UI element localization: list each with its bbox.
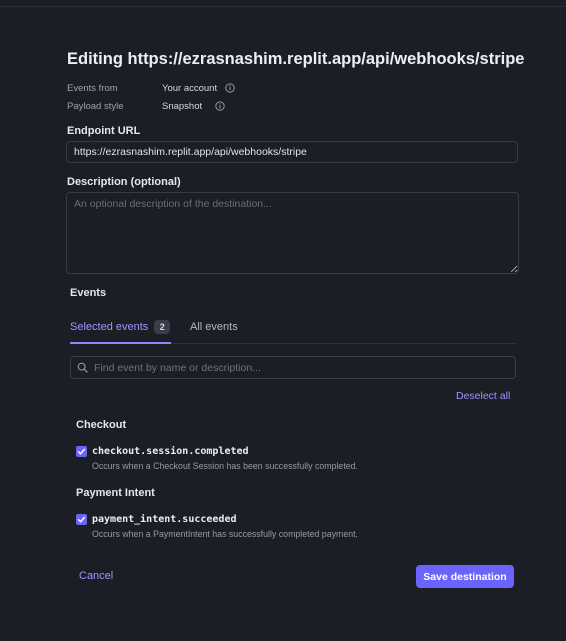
tab-selected-events-label: Selected events [70,320,149,333]
deselect-all-link[interactable]: Deselect all [456,390,510,402]
event-name-checkout-session-completed: checkout.session.completed [92,446,249,457]
payload-style-value: Snapshot [162,100,203,112]
event-description-checkout-session-completed: Occurs when a Checkout Session has been … [92,461,358,471]
event-search-input[interactable] [88,361,515,374]
endpoint-url-input[interactable] [66,141,518,163]
group-title-payment-intent: Payment Intent [76,487,155,499]
checkmark-icon [77,448,86,455]
tab-selected-events[interactable]: Selected events 2 [70,311,171,344]
page-title: Editing https://ezrasnashim.replit.app/a… [67,50,525,68]
description-label: Description (optional) [67,176,181,188]
checkbox-checkout-session-completed[interactable] [76,446,87,457]
events-from-label: Events from [67,82,118,94]
tab-all-events[interactable]: All events [190,311,238,342]
events-tabs: Selected events 2 All events [70,311,517,344]
search-icon [77,362,88,373]
event-name-payment-intent-succeeded: payment_intent.succeeded [92,514,237,525]
selected-count-badge: 2 [154,319,171,334]
payload-style-row: Payload style Snapshot [67,99,225,113]
top-bar [0,0,566,7]
checkmark-icon [77,516,86,523]
events-section-label: Events [70,287,107,299]
info-circle-icon[interactable] [215,101,225,111]
info-circle-icon[interactable] [225,83,235,93]
description-textarea[interactable] [66,192,519,274]
endpoint-url-label: Endpoint URL [67,125,141,137]
group-title-checkout: Checkout [76,419,127,431]
save-destination-button[interactable]: Save destination [416,565,514,588]
events-from-value: Your account [162,82,218,94]
cancel-button[interactable]: Cancel [79,570,113,582]
checkbox-payment-intent-succeeded[interactable] [76,514,87,525]
events-from-row: Events from Your account [67,81,235,95]
tab-all-events-label: All events [190,320,238,333]
payload-style-label: Payload style [67,100,124,112]
event-description-payment-intent-succeeded: Occurs when a PaymentIntent has successf… [92,529,358,539]
event-search-box [70,356,516,379]
